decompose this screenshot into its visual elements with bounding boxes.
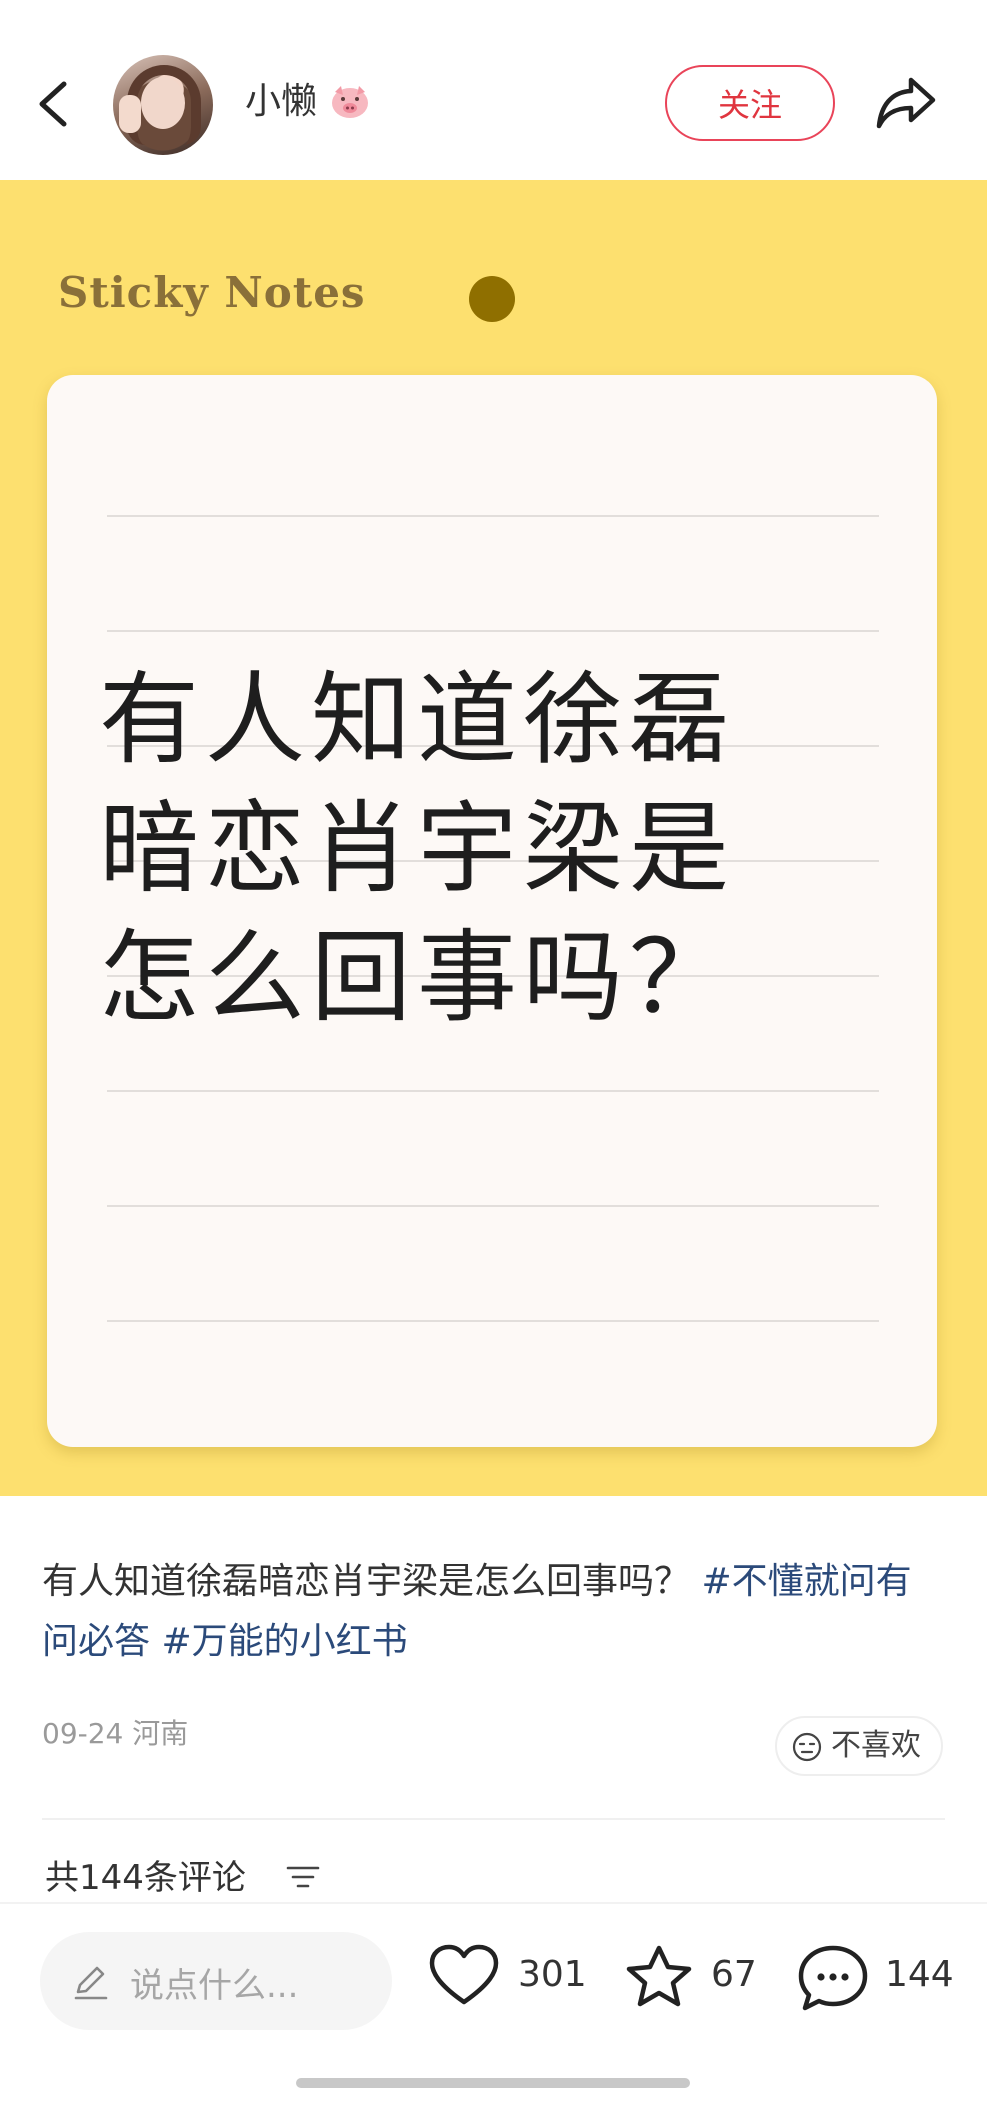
comment-placeholder: 说点什么... [130, 1966, 299, 2006]
pig-emoji-icon [332, 86, 368, 118]
star-icon [626, 1945, 692, 2007]
collect-count: 67 [711, 1954, 757, 1995]
note-line: 有人知道徐磊 [99, 661, 735, 778]
comment-count: 共144条评论 [45, 1858, 246, 1898]
share-icon [876, 77, 936, 129]
post-description: 有人知道徐磊暗恋肖宇梁是怎么回事吗？ #不懂就问有问必答 #万能的小红书 [42, 1552, 942, 1672]
meh-face-icon [792, 1732, 822, 1762]
back-button[interactable] [30, 62, 78, 144]
hashtag-link[interactable]: #万能的小红书 [161, 1621, 407, 1662]
note-text: 有人知道徐磊 暗恋肖宇梁是 怎么回事吗？ [99, 655, 859, 1042]
note-rule [107, 630, 879, 632]
top-bar: 小懒 关注 [0, 0, 987, 180]
note-rule [107, 1090, 879, 1092]
sort-icon[interactable] [286, 1862, 320, 1892]
heart-icon [429, 1944, 499, 2005]
note-line: 怎么回事吗？ [99, 919, 735, 1036]
post-meta: 09-24 河南 [42, 1712, 188, 1752]
dislike-label: 不喜欢 [831, 1728, 921, 1763]
follow-button[interactable]: 关注 [665, 65, 835, 141]
pencil-icon [74, 1966, 108, 2000]
divider [42, 1818, 945, 1820]
note-rule [107, 515, 879, 517]
pin-dot [469, 276, 515, 322]
post-location: 河南 [132, 1717, 189, 1750]
sticky-notes-brand: Sticky Notes [58, 268, 366, 317]
dislike-button[interactable]: 不喜欢 [775, 1716, 943, 1776]
post-text: 有人知道徐磊暗恋肖宇梁是怎么回事吗？ [42, 1561, 691, 1602]
bottom-action-bar: 说点什么... 301 67 144 [0, 1902, 987, 2107]
collect-button[interactable]: 67 [623, 1944, 763, 2008]
like-count: 301 [518, 1954, 587, 1995]
avatar[interactable] [113, 55, 213, 155]
home-indicator[interactable] [296, 2078, 690, 2088]
post-image[interactable]: Sticky Notes 有人知道徐磊 暗恋肖宇梁是 怎么回事吗？ [0, 180, 987, 1496]
note-rule [107, 1320, 879, 1322]
comment-button[interactable]: 144 [797, 1944, 957, 2011]
comment-input[interactable]: 说点什么... [40, 1932, 392, 2030]
username[interactable]: 小懒 [245, 80, 317, 124]
post-date: 09-24 [42, 1717, 124, 1750]
chat-bubble-icon [798, 1945, 868, 2011]
note-line: 暗恋肖宇梁是 [99, 790, 735, 907]
like-button[interactable]: 301 [428, 1944, 588, 2008]
chevron-left-icon [39, 81, 67, 127]
comment-count-number: 144 [885, 1954, 954, 1995]
share-button[interactable] [873, 72, 939, 132]
note-card: 有人知道徐磊 暗恋肖宇梁是 怎么回事吗？ [47, 375, 937, 1447]
note-rule [107, 1205, 879, 1207]
